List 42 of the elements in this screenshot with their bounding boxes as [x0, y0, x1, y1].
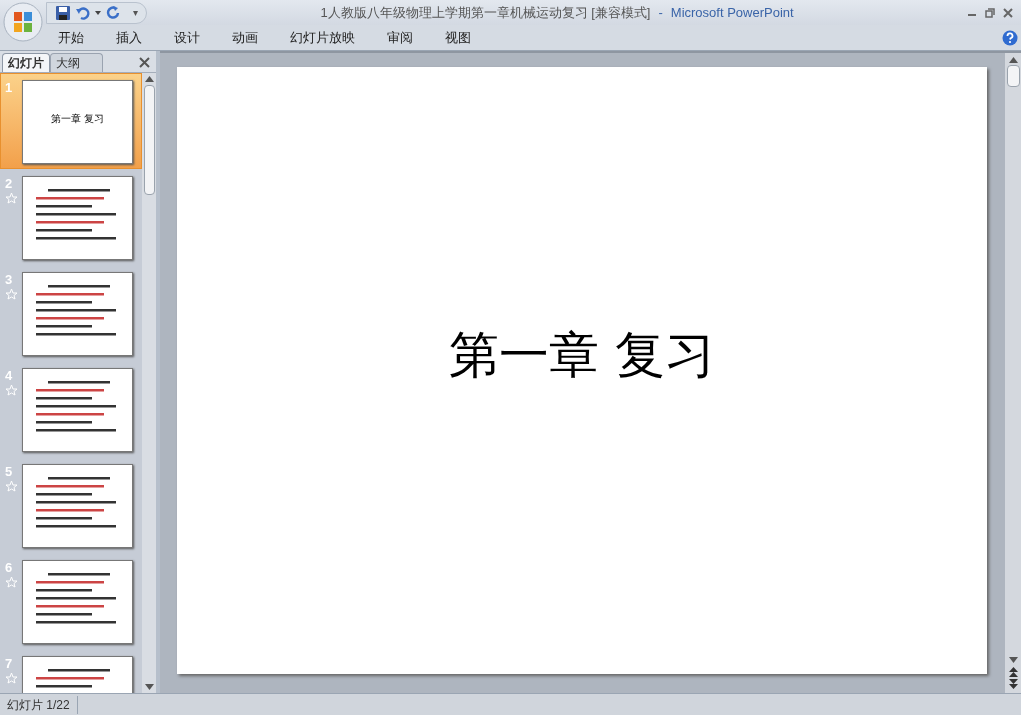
slide-thumbnail-row[interactable]: 1 第一章 复习	[0, 73, 142, 169]
caret-icon[interactable]	[95, 10, 101, 15]
ribbon-tab[interactable]: 设计	[164, 27, 210, 48]
window-title: 1人教版八年级物理上学期第一章机械运动复习 [兼容模式]	[320, 3, 651, 22]
close-icon[interactable]	[1003, 7, 1013, 18]
scrollbar[interactable]	[142, 73, 156, 693]
ribbon-tab[interactable]: 审阅	[377, 27, 423, 48]
redo-icon[interactable]	[105, 4, 121, 21]
close-pane-icon[interactable]	[139, 57, 150, 68]
ribbon-tab[interactable]: 视图	[435, 27, 481, 48]
scroll-down-icon[interactable]	[1008, 657, 1018, 663]
scroll-thumb[interactable]	[1006, 65, 1020, 87]
scroll-up-icon[interactable]	[1008, 57, 1018, 63]
slide-number: 3	[5, 272, 13, 288]
scroll-up-icon[interactable]	[144, 76, 154, 82]
slide-indicator: 幻灯片 1/22	[0, 695, 78, 714]
app-name: Microsoft PowerPoint	[670, 3, 794, 22]
next-slide-icon[interactable]	[1008, 679, 1018, 689]
slide-number: 5	[5, 464, 13, 480]
title-separator: -	[658, 3, 663, 22]
previous-slide-icon[interactable]	[1008, 667, 1018, 677]
scroll-thumb[interactable]	[143, 85, 155, 195]
scroll-down-icon[interactable]	[144, 684, 154, 690]
ribbon-tab[interactable]: 动画	[222, 27, 268, 48]
restore-icon[interactable]	[985, 7, 995, 18]
slide-number: 2	[5, 176, 13, 192]
slide-title: 第一章 复习	[449, 325, 715, 386]
pane-tab[interactable]: 幻灯片	[2, 53, 50, 72]
slide-number: 6	[5, 560, 13, 576]
ribbon-tab[interactable]: 插入	[106, 27, 152, 48]
thumbnail-title: 第一章 复习	[51, 111, 104, 126]
customize-toolbar-button[interactable]: ▾	[133, 5, 138, 20]
undo-icon[interactable]	[75, 4, 91, 21]
save-icon[interactable]	[55, 4, 71, 21]
help-icon[interactable]	[1002, 29, 1018, 46]
slide-number: 4	[5, 368, 13, 384]
ribbon-tab[interactable]: 开始	[48, 27, 94, 48]
pane-tab[interactable]: 大纲	[50, 53, 103, 72]
scrollbar[interactable]	[1005, 51, 1021, 693]
slide-number: 7	[5, 656, 13, 672]
ribbon-tab[interactable]: 幻灯片放映	[280, 27, 365, 48]
slide-number: 1	[5, 80, 13, 96]
